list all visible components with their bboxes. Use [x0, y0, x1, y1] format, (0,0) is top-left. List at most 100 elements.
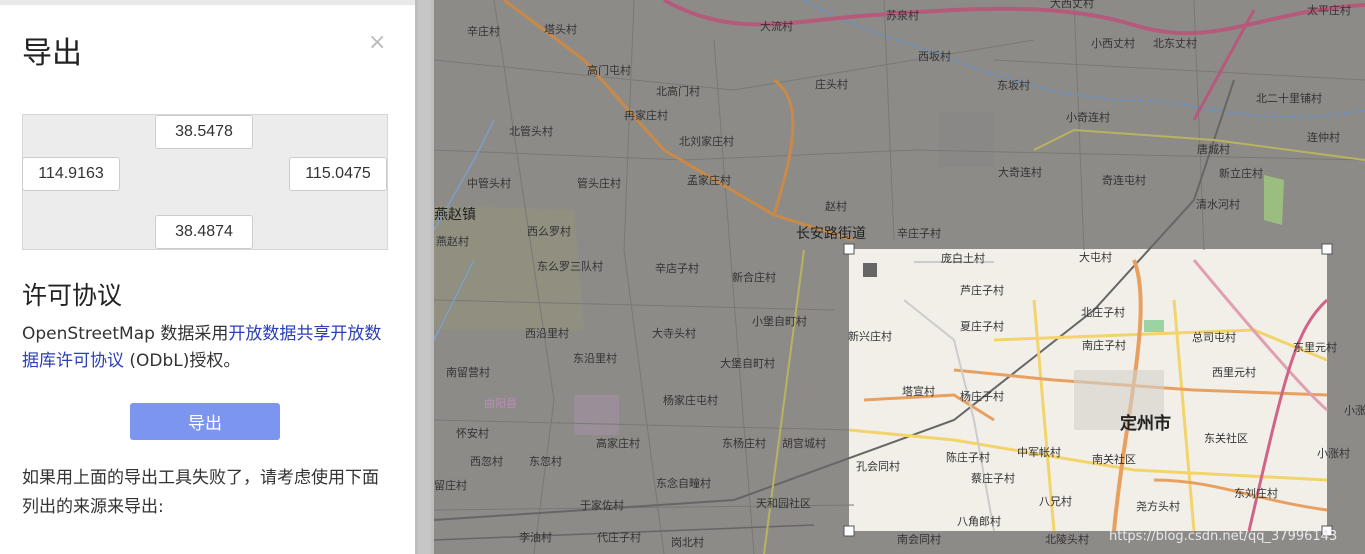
park-area — [1264, 175, 1284, 225]
place-label: 苏泉村 — [886, 8, 919, 22]
place-label: 西忽村 — [470, 454, 503, 468]
selection-handle-top-right[interactable] — [1321, 243, 1333, 255]
bbox-min-lon-input[interactable] — [22, 157, 120, 191]
landuse-patch — [939, 112, 994, 167]
place-label: 北高门村 — [656, 84, 700, 98]
place-label: 李油村 — [519, 530, 552, 544]
place-label: 东沿里村 — [573, 351, 617, 365]
place-label: 小奇连村 — [1066, 110, 1110, 124]
place-label: 杨庄子村 — [960, 389, 1004, 403]
watermark-text: https://blog.csdn.net/qq_37996143 — [1109, 529, 1337, 544]
place-label: 燕赵村 — [436, 234, 469, 248]
place-label: 东关社区 — [1204, 431, 1248, 445]
sidebar-title: 导出 — [22, 36, 82, 71]
place-label: 辛庄村 — [467, 24, 500, 38]
place-label: 东刘庄村 — [1234, 486, 1278, 500]
landuse-patch — [574, 395, 619, 435]
place-label: 大堡自町村 — [720, 356, 775, 370]
place-label: 大奇连村 — [998, 165, 1042, 179]
place-label: 北陵头村 — [1045, 532, 1089, 546]
place-label: 大屯村 — [1079, 250, 1112, 264]
place-label: 南庄子村 — [1082, 338, 1126, 352]
place-label: 管头庄村 — [577, 176, 621, 190]
place-label: 小堡自町村 — [752, 314, 807, 328]
place-label: 小涨 — [1344, 404, 1365, 417]
place-label: 唐城村 — [1197, 142, 1230, 156]
place-label: 大流村 — [760, 19, 793, 33]
license-text: OpenStreetMap 数据采用开放数据共享开放数据库许可协议 (ODbL)… — [22, 321, 392, 375]
place-label: 高家庄村 — [596, 436, 640, 450]
selection-handle-top-left[interactable] — [843, 243, 855, 255]
place-label: 陈庄子村 — [946, 450, 990, 464]
export-sidebar: 导出 × 许可协议 OpenStreetMap 数据采用开放数据共享开放数据库许… — [0, 0, 415, 554]
station-icon — [863, 263, 877, 277]
place-label: 赵村 — [825, 199, 847, 213]
bbox-max-lat-input[interactable] — [155, 115, 253, 149]
county-label: 曲阳县 — [484, 397, 517, 410]
place-label: 岗北村 — [671, 535, 704, 549]
place-label: 北刘家庄村 — [679, 134, 734, 148]
place-label: 南关社区 — [1092, 452, 1136, 466]
park-area — [1144, 320, 1164, 332]
place-label: 庞白土村 — [941, 251, 985, 265]
place-label: 塔宣村 — [902, 384, 935, 398]
sidebar-top-strip — [0, 0, 415, 5]
place-label: 高门屯村 — [587, 63, 631, 77]
map-view[interactable]: 辛庄村 塔头村 高门屯村 北高门村 冉家庄村 北管头村 北刘家庄村 中管头村 管头庄村 孟家庄村赵… — [434, 0, 1365, 554]
export-button[interactable]: 导出 — [130, 403, 280, 440]
place-label: 小西丈村 — [1091, 36, 1135, 50]
place-label-major: 燕赵镇 — [434, 207, 476, 223]
scrollbar-thumb[interactable] — [418, 0, 431, 554]
place-label-major: 长安路街道 — [796, 226, 866, 242]
place-label: 奇连屯村 — [1102, 173, 1146, 187]
place-label: 于家佐村 — [580, 498, 624, 512]
close-icon[interactable]: × — [368, 30, 386, 55]
bbox-min-lat-input[interactable] — [155, 215, 253, 249]
license-prefix: OpenStreetMap 数据采用 — [22, 324, 229, 344]
place-label: 杨家庄屯村 — [663, 393, 718, 407]
place-label: 胡宫城村 — [782, 436, 826, 450]
place-label: 夏庄子村 — [960, 319, 1004, 333]
place-label: 八角郎村 — [957, 514, 1001, 528]
place-label: 大西丈村 — [1050, 0, 1094, 10]
place-label: 新合庄村 — [732, 270, 776, 284]
place-label: 芦庄子村 — [960, 283, 1004, 297]
place-label: 代庄子村 — [597, 530, 641, 544]
place-label: 辛庄子村 — [897, 226, 941, 240]
place-label: 中军帐村 — [1017, 445, 1061, 459]
place-label: 西么罗村 — [527, 224, 571, 238]
place-label: 总司屯村 — [1192, 330, 1236, 344]
place-label: 东里元村 — [1293, 340, 1337, 354]
place-label: 西坂村 — [918, 49, 951, 63]
place-label: 太平庄村 — [1307, 3, 1351, 17]
place-label: 南会同村 — [897, 532, 941, 546]
place-label: 天和园社区 — [756, 496, 811, 510]
place-label: 孟家庄村 — [687, 173, 731, 187]
place-label: 西沿里村 — [525, 326, 569, 340]
place-label: 怀安村 — [456, 426, 489, 440]
place-label: 尧方头村 — [1136, 499, 1180, 513]
place-label: 东忽村 — [529, 454, 562, 468]
place-label: 北管头村 — [509, 124, 553, 138]
place-label: 连仲村 — [1307, 130, 1340, 144]
place-label: 蔡庄子村 — [971, 471, 1015, 485]
place-label: 冉家庄村 — [624, 108, 668, 122]
selection-handle-bottom-left[interactable] — [843, 525, 855, 537]
place-label: 北庄子村 — [1081, 305, 1125, 319]
place-label: 东坂村 — [997, 78, 1030, 92]
place-label: 留庄村 — [434, 478, 467, 492]
place-label: 清水河村 — [1196, 197, 1240, 211]
place-label: 辛店子村 — [655, 261, 699, 275]
place-label: 东念自疃村 — [656, 476, 711, 490]
place-label: 东么罗三队村 — [537, 259, 603, 273]
city-label: 定州市 — [1120, 413, 1171, 434]
place-label: 新立庄村 — [1219, 166, 1263, 180]
license-heading: 许可协议 — [22, 281, 123, 310]
bbox-max-lon-input[interactable] — [289, 157, 387, 191]
alternative-sources-text: 如果用上面的导出工具失败了，请考虑使用下面列出的来源来导出: — [22, 468, 379, 517]
map-canvas[interactable]: 辛庄村 塔头村高门屯村北高门村冉家庄村北管头村北刘家庄村中管头村 管头庄村 孟家庄村赵… — [434, 0, 1365, 554]
place-label: 西里元村 — [1212, 365, 1256, 379]
place-label: 南留营村 — [446, 365, 490, 379]
place-label: 孔会同村 — [856, 459, 900, 473]
place-label: 八兄村 — [1039, 494, 1072, 508]
